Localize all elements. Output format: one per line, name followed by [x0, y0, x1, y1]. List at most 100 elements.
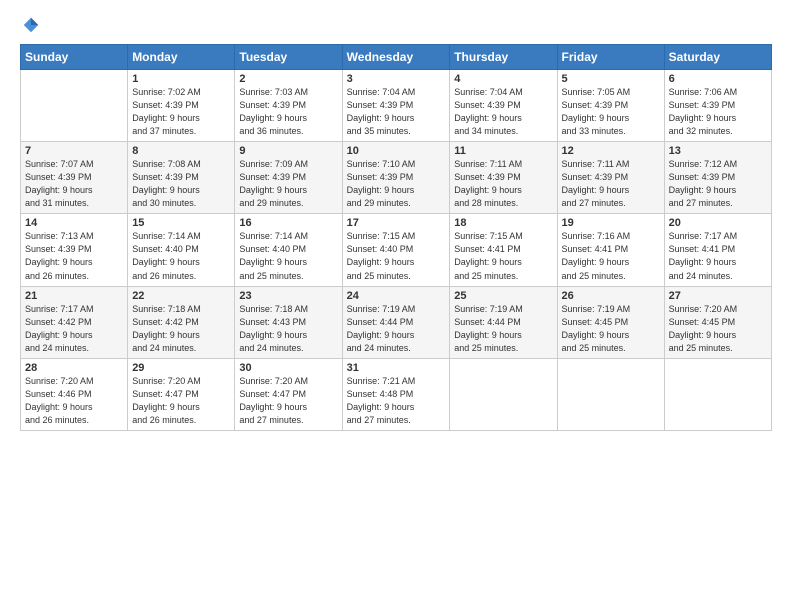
calendar-day-header: Saturday — [664, 45, 771, 70]
day-info: Sunrise: 7:07 AM Sunset: 4:39 PM Dayligh… — [25, 158, 123, 210]
calendar-week-row: 21Sunrise: 7:17 AM Sunset: 4:42 PM Dayli… — [21, 286, 772, 358]
day-number: 22 — [132, 290, 230, 302]
calendar-day-header: Tuesday — [235, 45, 342, 70]
calendar-cell: 17Sunrise: 7:15 AM Sunset: 4:40 PM Dayli… — [342, 214, 450, 286]
day-number: 16 — [239, 217, 337, 229]
calendar-cell — [21, 70, 128, 142]
calendar-header-row: SundayMondayTuesdayWednesdayThursdayFrid… — [21, 45, 772, 70]
calendar-week-row: 28Sunrise: 7:20 AM Sunset: 4:46 PM Dayli… — [21, 358, 772, 430]
day-number: 10 — [347, 145, 446, 157]
calendar-cell: 24Sunrise: 7:19 AM Sunset: 4:44 PM Dayli… — [342, 286, 450, 358]
calendar-day-header: Thursday — [450, 45, 557, 70]
calendar-cell: 19Sunrise: 7:16 AM Sunset: 4:41 PM Dayli… — [557, 214, 664, 286]
calendar-week-row: 1Sunrise: 7:02 AM Sunset: 4:39 PM Daylig… — [21, 70, 772, 142]
calendar-cell: 22Sunrise: 7:18 AM Sunset: 4:42 PM Dayli… — [128, 286, 235, 358]
day-number: 11 — [454, 145, 552, 157]
calendar-day-header: Friday — [557, 45, 664, 70]
calendar-cell — [450, 358, 557, 430]
day-info: Sunrise: 7:16 AM Sunset: 4:41 PM Dayligh… — [562, 230, 660, 282]
calendar-cell: 25Sunrise: 7:19 AM Sunset: 4:44 PM Dayli… — [450, 286, 557, 358]
day-info: Sunrise: 7:03 AM Sunset: 4:39 PM Dayligh… — [239, 86, 337, 138]
page: SundayMondayTuesdayWednesdayThursdayFrid… — [0, 0, 792, 612]
calendar-week-row: 7Sunrise: 7:07 AM Sunset: 4:39 PM Daylig… — [21, 142, 772, 214]
day-number: 20 — [669, 217, 767, 229]
day-number: 6 — [669, 73, 767, 85]
day-number: 28 — [25, 362, 123, 374]
day-number: 25 — [454, 290, 552, 302]
calendar-cell: 6Sunrise: 7:06 AM Sunset: 4:39 PM Daylig… — [664, 70, 771, 142]
calendar-cell: 11Sunrise: 7:11 AM Sunset: 4:39 PM Dayli… — [450, 142, 557, 214]
day-number: 29 — [132, 362, 230, 374]
day-number: 8 — [132, 145, 230, 157]
day-number: 24 — [347, 290, 446, 302]
day-info: Sunrise: 7:15 AM Sunset: 4:41 PM Dayligh… — [454, 230, 552, 282]
day-number: 12 — [562, 145, 660, 157]
day-number: 18 — [454, 217, 552, 229]
day-number: 27 — [669, 290, 767, 302]
day-number: 30 — [239, 362, 337, 374]
day-info: Sunrise: 7:18 AM Sunset: 4:43 PM Dayligh… — [239, 303, 337, 355]
day-info: Sunrise: 7:10 AM Sunset: 4:39 PM Dayligh… — [347, 158, 446, 210]
calendar-cell: 5Sunrise: 7:05 AM Sunset: 4:39 PM Daylig… — [557, 70, 664, 142]
day-info: Sunrise: 7:17 AM Sunset: 4:42 PM Dayligh… — [25, 303, 123, 355]
day-info: Sunrise: 7:12 AM Sunset: 4:39 PM Dayligh… — [669, 158, 767, 210]
day-info: Sunrise: 7:19 AM Sunset: 4:44 PM Dayligh… — [454, 303, 552, 355]
day-info: Sunrise: 7:11 AM Sunset: 4:39 PM Dayligh… — [562, 158, 660, 210]
calendar-cell: 3Sunrise: 7:04 AM Sunset: 4:39 PM Daylig… — [342, 70, 450, 142]
day-number: 7 — [25, 145, 123, 157]
day-info: Sunrise: 7:13 AM Sunset: 4:39 PM Dayligh… — [25, 230, 123, 282]
calendar-cell: 21Sunrise: 7:17 AM Sunset: 4:42 PM Dayli… — [21, 286, 128, 358]
day-info: Sunrise: 7:09 AM Sunset: 4:39 PM Dayligh… — [239, 158, 337, 210]
calendar-cell: 13Sunrise: 7:12 AM Sunset: 4:39 PM Dayli… — [664, 142, 771, 214]
day-info: Sunrise: 7:20 AM Sunset: 4:47 PM Dayligh… — [132, 375, 230, 427]
day-number: 14 — [25, 217, 123, 229]
calendar-cell — [664, 358, 771, 430]
calendar-cell: 15Sunrise: 7:14 AM Sunset: 4:40 PM Dayli… — [128, 214, 235, 286]
day-info: Sunrise: 7:06 AM Sunset: 4:39 PM Dayligh… — [669, 86, 767, 138]
calendar-cell: 28Sunrise: 7:20 AM Sunset: 4:46 PM Dayli… — [21, 358, 128, 430]
day-info: Sunrise: 7:17 AM Sunset: 4:41 PM Dayligh… — [669, 230, 767, 282]
day-number: 5 — [562, 73, 660, 85]
calendar-cell: 7Sunrise: 7:07 AM Sunset: 4:39 PM Daylig… — [21, 142, 128, 214]
calendar-day-header: Monday — [128, 45, 235, 70]
calendar-cell: 31Sunrise: 7:21 AM Sunset: 4:48 PM Dayli… — [342, 358, 450, 430]
day-info: Sunrise: 7:19 AM Sunset: 4:45 PM Dayligh… — [562, 303, 660, 355]
day-number: 4 — [454, 73, 552, 85]
calendar-cell: 29Sunrise: 7:20 AM Sunset: 4:47 PM Dayli… — [128, 358, 235, 430]
day-number: 3 — [347, 73, 446, 85]
calendar-cell: 9Sunrise: 7:09 AM Sunset: 4:39 PM Daylig… — [235, 142, 342, 214]
day-info: Sunrise: 7:21 AM Sunset: 4:48 PM Dayligh… — [347, 375, 446, 427]
day-info: Sunrise: 7:04 AM Sunset: 4:39 PM Dayligh… — [454, 86, 552, 138]
calendar-day-header: Sunday — [21, 45, 128, 70]
day-number: 26 — [562, 290, 660, 302]
day-number: 15 — [132, 217, 230, 229]
calendar-cell — [557, 358, 664, 430]
day-info: Sunrise: 7:02 AM Sunset: 4:39 PM Dayligh… — [132, 86, 230, 138]
calendar-cell: 23Sunrise: 7:18 AM Sunset: 4:43 PM Dayli… — [235, 286, 342, 358]
day-number: 13 — [669, 145, 767, 157]
calendar-cell: 20Sunrise: 7:17 AM Sunset: 4:41 PM Dayli… — [664, 214, 771, 286]
day-info: Sunrise: 7:08 AM Sunset: 4:39 PM Dayligh… — [132, 158, 230, 210]
logo — [20, 16, 40, 34]
calendar-cell: 14Sunrise: 7:13 AM Sunset: 4:39 PM Dayli… — [21, 214, 128, 286]
day-info: Sunrise: 7:20 AM Sunset: 4:47 PM Dayligh… — [239, 375, 337, 427]
day-info: Sunrise: 7:14 AM Sunset: 4:40 PM Dayligh… — [239, 230, 337, 282]
calendar-cell: 30Sunrise: 7:20 AM Sunset: 4:47 PM Dayli… — [235, 358, 342, 430]
calendar-cell: 12Sunrise: 7:11 AM Sunset: 4:39 PM Dayli… — [557, 142, 664, 214]
day-number: 17 — [347, 217, 446, 229]
calendar-day-header: Wednesday — [342, 45, 450, 70]
calendar-cell: 10Sunrise: 7:10 AM Sunset: 4:39 PM Dayli… — [342, 142, 450, 214]
calendar-cell: 2Sunrise: 7:03 AM Sunset: 4:39 PM Daylig… — [235, 70, 342, 142]
day-info: Sunrise: 7:11 AM Sunset: 4:39 PM Dayligh… — [454, 158, 552, 210]
day-number: 9 — [239, 145, 337, 157]
calendar-cell: 1Sunrise: 7:02 AM Sunset: 4:39 PM Daylig… — [128, 70, 235, 142]
day-info: Sunrise: 7:20 AM Sunset: 4:46 PM Dayligh… — [25, 375, 123, 427]
day-number: 21 — [25, 290, 123, 302]
day-number: 23 — [239, 290, 337, 302]
day-number: 2 — [239, 73, 337, 85]
calendar-cell: 16Sunrise: 7:14 AM Sunset: 4:40 PM Dayli… — [235, 214, 342, 286]
day-info: Sunrise: 7:19 AM Sunset: 4:44 PM Dayligh… — [347, 303, 446, 355]
day-info: Sunrise: 7:05 AM Sunset: 4:39 PM Dayligh… — [562, 86, 660, 138]
calendar-week-row: 14Sunrise: 7:13 AM Sunset: 4:39 PM Dayli… — [21, 214, 772, 286]
header — [20, 16, 772, 34]
